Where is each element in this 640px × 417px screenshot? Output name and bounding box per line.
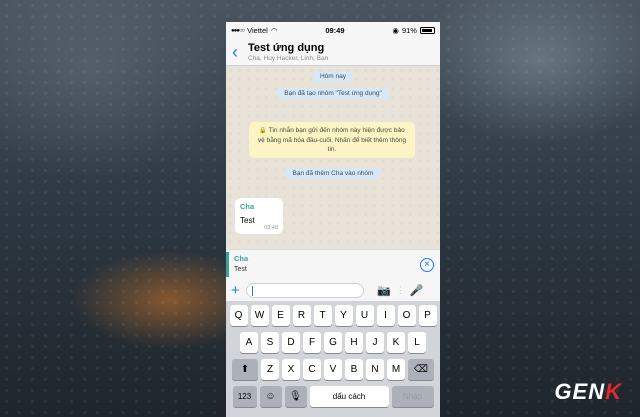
key[interactable]: R bbox=[292, 305, 311, 326]
microphone-icon[interactable]: 🎤 bbox=[410, 284, 424, 297]
keyboard-row-1: Q W E R T Y U I O P bbox=[228, 305, 438, 326]
key[interactable]: W bbox=[250, 305, 269, 326]
signal-icon: ●●●○○ bbox=[231, 27, 245, 34]
key[interactable]: Y bbox=[334, 305, 353, 326]
message-list[interactable]: Hôm nay Bạn đã tạo nhóm "Test ứng dụng" … bbox=[226, 66, 440, 249]
reply-sender: Cha bbox=[234, 254, 249, 263]
camera-icon[interactable]: 📷 bbox=[377, 284, 391, 297]
reply-accent-bar bbox=[226, 252, 229, 277]
separator-dots: ⋮ bbox=[395, 284, 405, 295]
keyboard-row-3: ⬆ Z X C V B N M ⌫ bbox=[228, 359, 438, 380]
key[interactable]: N bbox=[366, 359, 384, 380]
key[interactable]: E bbox=[271, 305, 290, 326]
key[interactable]: Z bbox=[261, 359, 279, 380]
plus-icon[interactable]: + bbox=[231, 283, 241, 298]
group-created-notice: Bạn đã tạo nhóm "Test ứng dụng" bbox=[277, 88, 389, 99]
message-text: Test bbox=[240, 216, 255, 225]
chat-title: Test ứng dụng bbox=[248, 42, 325, 54]
key[interactable]: U bbox=[355, 305, 374, 326]
key[interactable]: I bbox=[376, 305, 395, 326]
reply-text: Test bbox=[234, 266, 247, 273]
key[interactable]: C bbox=[303, 359, 321, 380]
message-bubble[interactable]: Cha Test 09:48 bbox=[235, 198, 283, 234]
chat-header-info[interactable]: Test ứng dụng Cha, Huy Hacker, Linh, Bạn bbox=[248, 42, 328, 62]
status-left: ●●●○○ Viettel ◠ bbox=[231, 26, 277, 35]
key[interactable]: A bbox=[240, 332, 258, 353]
battery-percent: 91% bbox=[401, 26, 417, 35]
key[interactable]: V bbox=[324, 359, 342, 380]
status-bar: ●●●○○ Viettel ◠ 09:49 ◉ 91% bbox=[226, 22, 440, 39]
key[interactable]: O bbox=[397, 305, 416, 326]
emoji-key-icon[interactable]: ☺ bbox=[259, 386, 282, 407]
date-badge: Hôm nay bbox=[312, 71, 354, 82]
key[interactable]: H bbox=[345, 332, 363, 353]
key[interactable]: X bbox=[282, 359, 300, 380]
reply-preview: Cha Test × bbox=[226, 249, 440, 279]
chat-header: ‹ Test ứng dụng Cha, Huy Hacker, Linh, B… bbox=[226, 39, 440, 66]
composer: + 📷 ⋮ 🎤 bbox=[226, 279, 440, 301]
text-cursor bbox=[252, 285, 253, 296]
keyboard: Q W E R T Y U I O P A S D F G H J K L ⬆ … bbox=[226, 301, 440, 417]
encryption-notice[interactable]: 🔒 Tin nhắn bạn gửi đến nhóm này hiện được… bbox=[249, 122, 415, 158]
keyboard-row-2: A S D F G H J K L bbox=[228, 332, 438, 353]
key[interactable]: P bbox=[418, 305, 437, 326]
wifi-icon: ◠ bbox=[270, 26, 278, 35]
member-added-notice: Bạn đã thêm Cha vào nhóm bbox=[285, 168, 381, 179]
battery-icon bbox=[419, 27, 435, 34]
message-time: 09:48 bbox=[264, 225, 278, 231]
phone-screen: ●●●○○ Viettel ◠ 09:49 ◉ 91% ‹ Test ứng d… bbox=[226, 22, 440, 417]
key[interactable]: F bbox=[303, 332, 321, 353]
key[interactable]: S bbox=[261, 332, 279, 353]
key[interactable]: L bbox=[408, 332, 426, 353]
key[interactable]: D bbox=[282, 332, 300, 353]
key[interactable]: G bbox=[324, 332, 342, 353]
message-input[interactable] bbox=[246, 282, 364, 298]
key[interactable]: K bbox=[387, 332, 405, 353]
chat-participants: Cha, Huy Hacker, Linh, Bạn bbox=[248, 55, 329, 62]
status-time: 09:49 bbox=[325, 26, 345, 35]
key[interactable]: M bbox=[387, 359, 405, 380]
carrier-label: Viettel bbox=[247, 26, 268, 35]
key[interactable]: Q bbox=[229, 305, 248, 326]
dictation-key-icon[interactable]: 🎙 bbox=[284, 386, 307, 407]
close-reply-icon[interactable]: × bbox=[420, 258, 434, 272]
encryption-notice-text: Tin nhắn bạn gửi đến nhóm này hiện được … bbox=[257, 127, 407, 153]
enter-key[interactable]: Nhập bbox=[391, 386, 434, 407]
lock-icon: 🔒 bbox=[259, 128, 267, 134]
numbers-key[interactable]: 123 bbox=[232, 386, 257, 407]
orientation-lock-icon: ◉ bbox=[392, 26, 399, 35]
key[interactable]: T bbox=[313, 305, 332, 326]
battery-fill bbox=[421, 29, 432, 32]
message-sender: Cha bbox=[240, 202, 255, 211]
keyboard-row-4: 123 ☺ 🎙 dấu cách Nhập bbox=[228, 386, 438, 407]
genk-logo: GENK bbox=[554, 379, 622, 404]
key[interactable]: J bbox=[366, 332, 384, 353]
key[interactable]: B bbox=[345, 359, 363, 380]
back-chevron-icon[interactable]: ‹ bbox=[232, 43, 238, 61]
space-key[interactable]: dấu cách bbox=[309, 386, 389, 407]
backspace-key-icon[interactable]: ⌫ bbox=[408, 359, 434, 380]
status-right: ◉ 91% bbox=[392, 26, 435, 35]
shift-key-icon[interactable]: ⬆ bbox=[232, 359, 258, 380]
